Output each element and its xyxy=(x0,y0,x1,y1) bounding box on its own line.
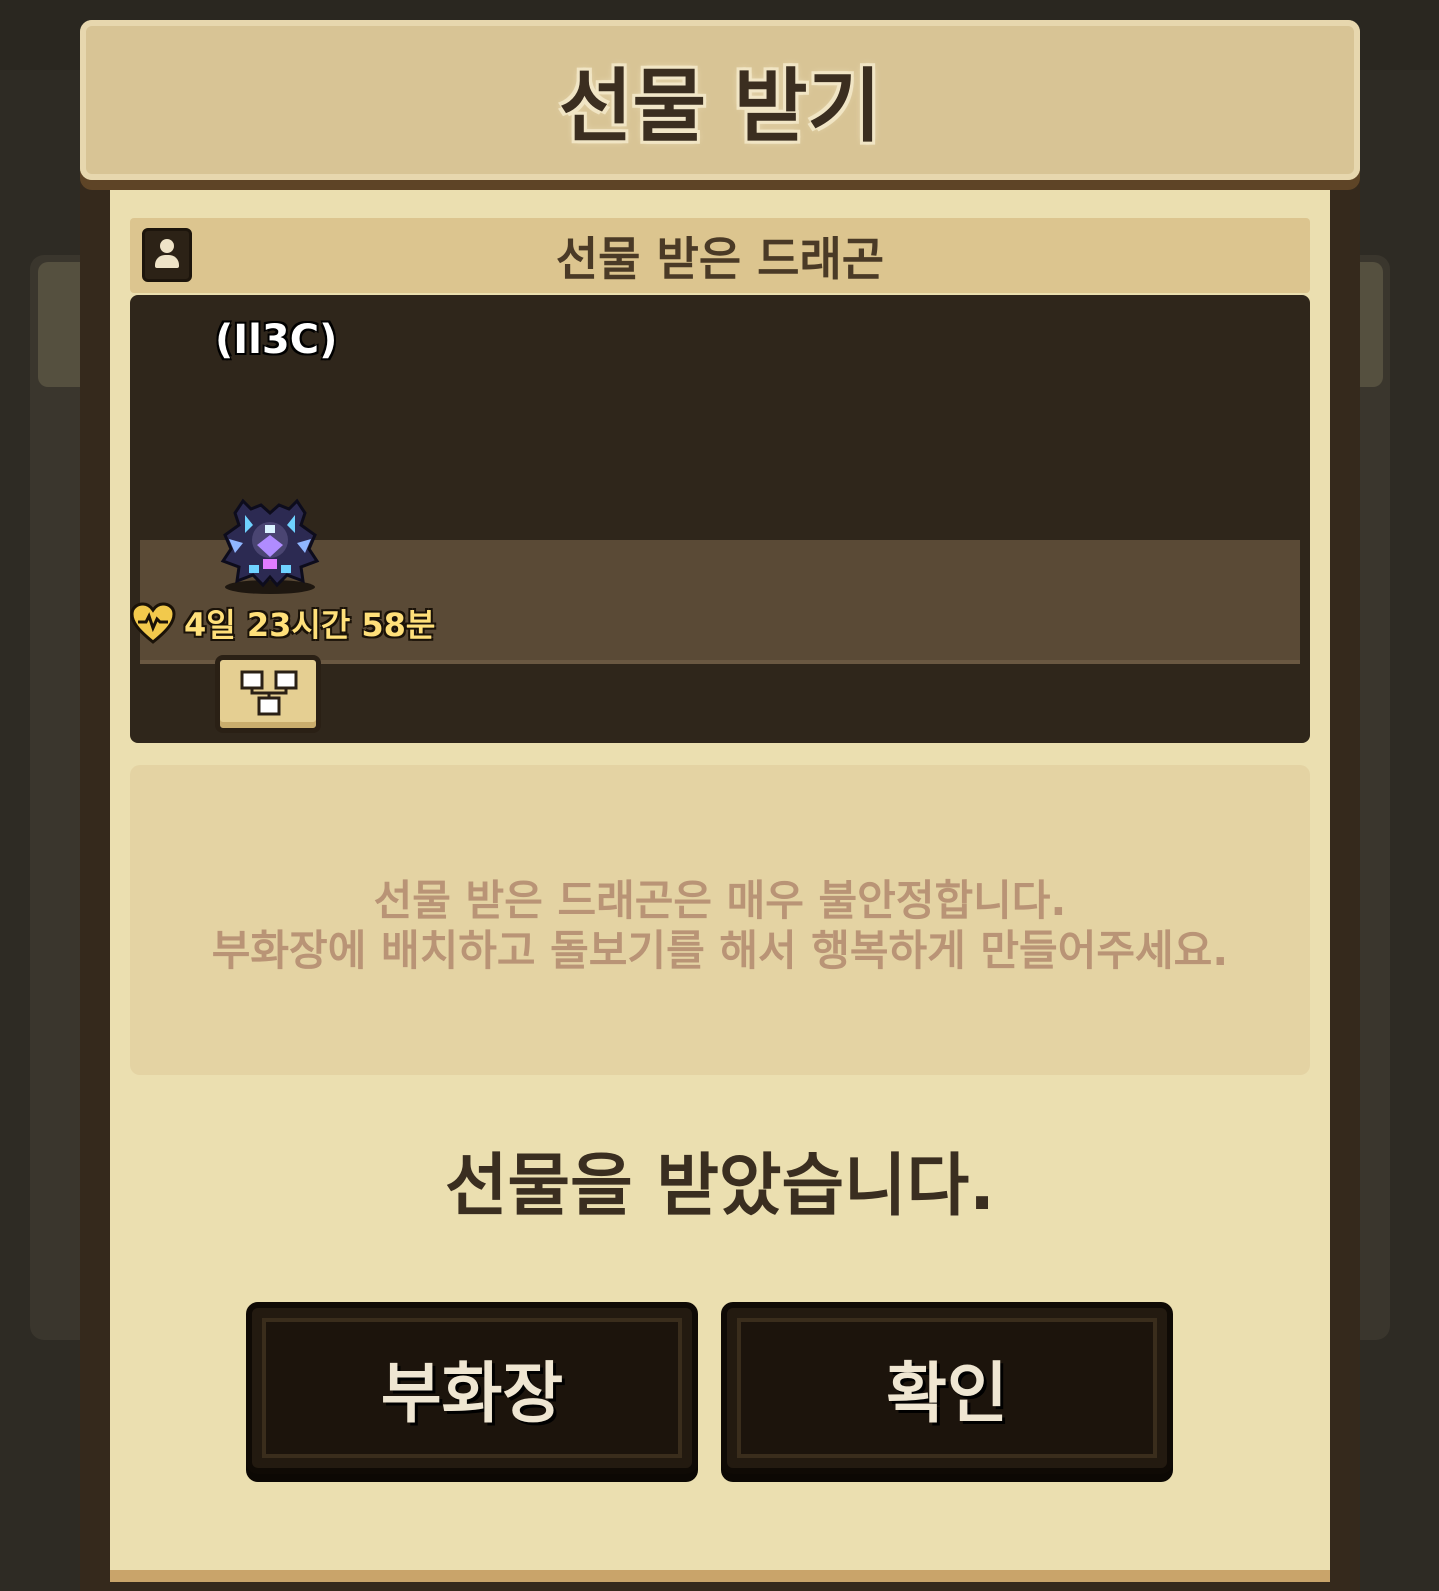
timer-text: 4일 23시간 58분 xyxy=(184,606,436,644)
heart-icon xyxy=(130,602,176,644)
dragon-name: (Il3C) xyxy=(215,317,338,363)
section-header: 선물 받은 드래곤 xyxy=(130,218,1310,293)
dragon-sprite[interactable] xyxy=(205,495,335,595)
gift-dialog: 선물 받기 선물 받은 드래곤 (Il3C) 4일 23시간 58분 선물 받은… xyxy=(80,20,1360,1591)
info-line-2: 부화장에 배치하고 돌보기를 해서 행복하게 만들어주세요. xyxy=(211,926,1229,975)
received-message: 선물을 받았습니다. xyxy=(445,1147,995,1226)
happiness-timer: 4일 23시간 58분 xyxy=(130,600,435,646)
confirm-button[interactable]: 확인 xyxy=(721,1302,1173,1474)
dialog-body: 선물 받은 드래곤 (Il3C) 4일 23시간 58분 선물 받은 드래곤은 … xyxy=(110,190,1330,1582)
dialog-title: 선물 받기 xyxy=(558,60,882,153)
dragon-tree-icon xyxy=(240,670,298,716)
section-title: 선물 받은 드래곤 xyxy=(555,231,885,286)
info-box: 선물 받은 드래곤은 매우 불안정합니다. 부화장에 배치하고 돌보기를 해서 … xyxy=(130,765,1310,1075)
hatchery-button[interactable]: 부화장 xyxy=(246,1302,698,1474)
dragon-panel: (Il3C) 4일 23시간 58분 xyxy=(130,295,1310,743)
dragon-tree-button[interactable] xyxy=(215,655,321,733)
